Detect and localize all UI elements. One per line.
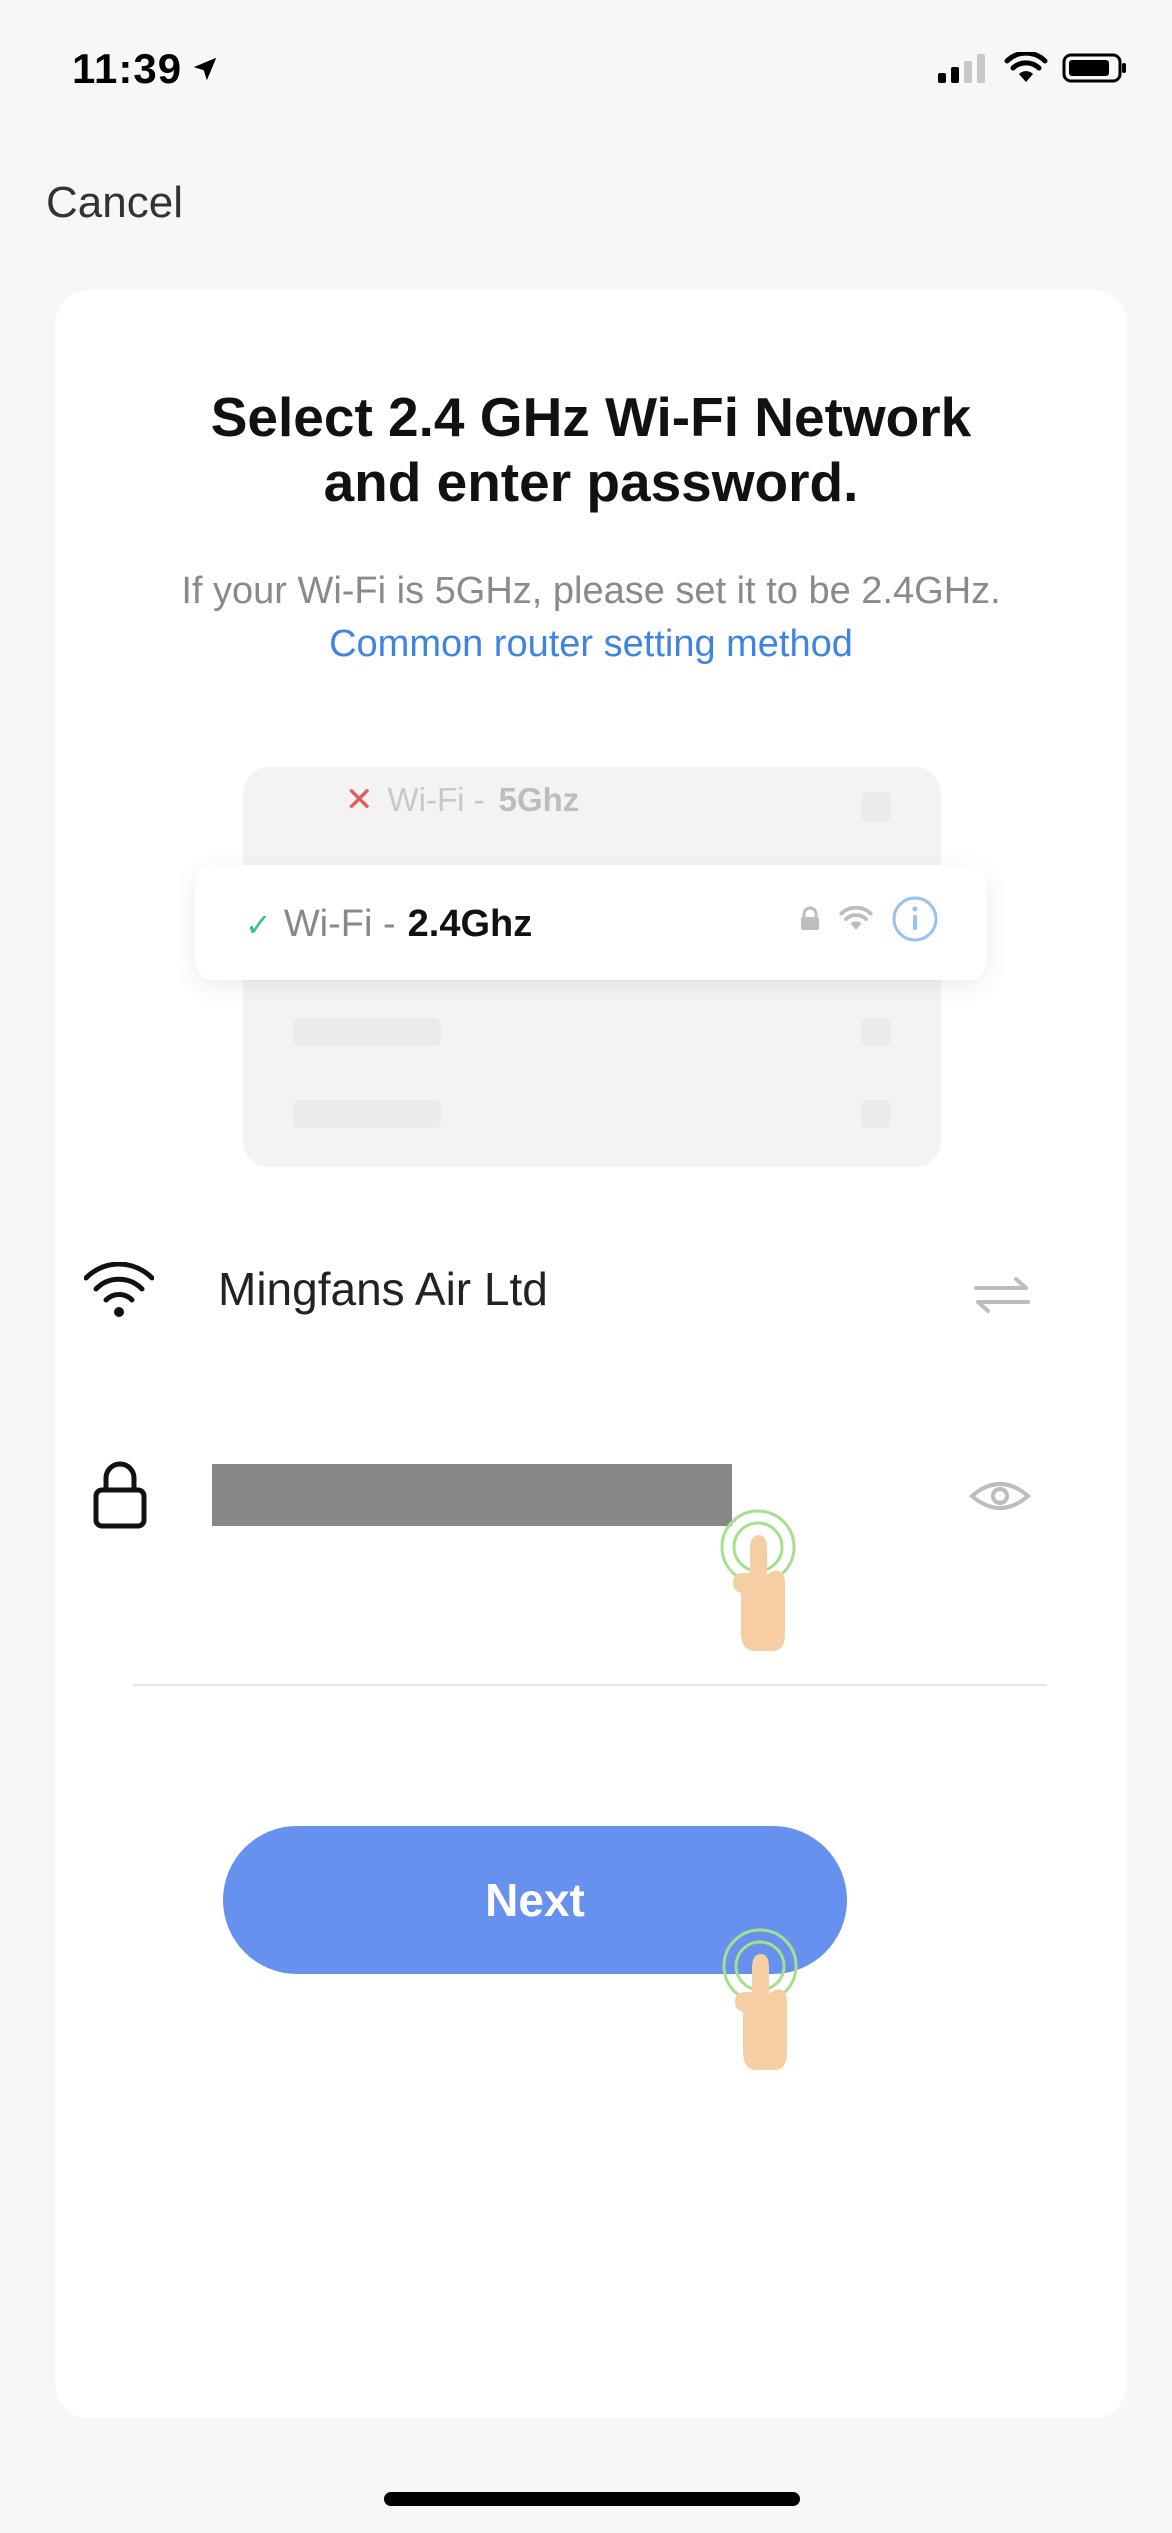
battery-icon: [1062, 53, 1126, 83]
title-line-1: Select 2.4 GHz Wi-Fi Network: [210, 386, 972, 448]
subtitle-text: If your Wi-Fi is 5GHz, please set it to …: [181, 570, 1001, 612]
row-5g-prefix: Wi-Fi -: [387, 781, 485, 818]
location-arrow-icon: [193, 57, 217, 81]
illustration-row-icons: [799, 895, 939, 943]
wifi-network-row[interactable]: Mingfans Air Ltd: [84, 1240, 1030, 1340]
illustration-row-24g-card: ✓ Wi-Fi - 2.4Ghz: [195, 865, 987, 980]
wifi-icon: [84, 1262, 154, 1317]
lock-icon: [93, 1461, 147, 1529]
wifi-icon: [1004, 52, 1048, 82]
placeholder-block: [293, 1100, 441, 1128]
placeholder-block: [861, 1100, 891, 1128]
illustration-row-24g: ✓ Wi-Fi - 2.4Ghz: [245, 903, 532, 946]
status-icons: [938, 52, 1128, 84]
eye-icon[interactable]: [968, 1476, 1032, 1516]
lock-icon: [801, 906, 819, 930]
check-icon: ✓: [245, 906, 272, 943]
switch-network-icon[interactable]: [972, 1274, 1032, 1314]
cancel-button[interactable]: Cancel: [46, 178, 183, 228]
placeholder-block: [293, 1018, 441, 1046]
illustration-row-5g: ✕ Wi-Fi - 5Ghz: [345, 780, 579, 820]
wifi-network-name: Mingfans Air Ltd: [218, 1263, 548, 1315]
placeholder-block: [861, 792, 891, 822]
status-time-text: 11:39: [72, 45, 183, 92]
status-time: 11:39: [72, 45, 220, 93]
signal-icon: [938, 54, 985, 83]
tap-hand-icon: [720, 1509, 796, 1651]
tap-hand-icon: [722, 1928, 798, 2070]
password-row: [84, 1440, 1032, 1560]
subtitle: If your Wi-Fi is 5GHz, please set it to …: [135, 565, 1047, 671]
home-indicator[interactable]: [384, 2492, 800, 2506]
screen: 11:39 Cancel Select 2.4 GHz Wi-Fi Networ…: [0, 0, 1172, 2533]
placeholder-block: [861, 1018, 891, 1046]
row-24g-band: 2.4Ghz: [407, 903, 533, 945]
password-input[interactable]: [212, 1464, 732, 1526]
page-title: Select 2.4 GHz Wi-Fi Network and enter p…: [55, 385, 1127, 515]
divider: [133, 1684, 1047, 1686]
row-5g-band: 5Ghz: [498, 781, 580, 818]
wifi-icon: [839, 906, 873, 930]
main-card: Select 2.4 GHz Wi-Fi Network and enter p…: [55, 290, 1127, 2418]
row-24g-prefix: Wi-Fi -: [283, 903, 396, 945]
title-line-2: and enter password.: [323, 450, 859, 513]
info-icon: [892, 896, 938, 942]
cross-icon: ✕: [345, 781, 374, 819]
router-setting-link[interactable]: Common router setting method: [329, 623, 853, 665]
